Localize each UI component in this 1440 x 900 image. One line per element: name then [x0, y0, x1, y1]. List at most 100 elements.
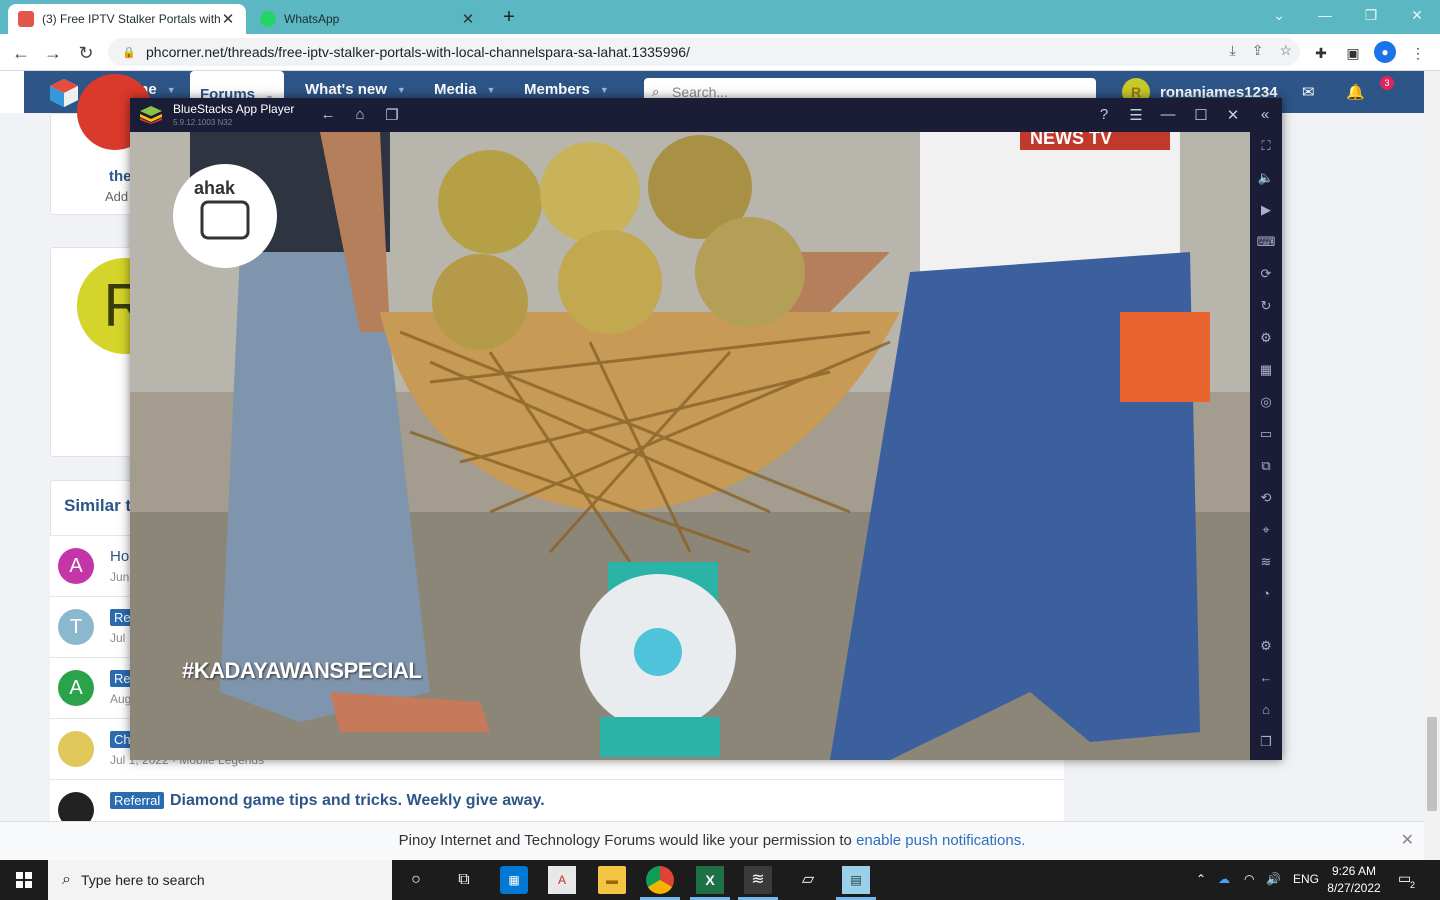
close-icon[interactable]: ✕	[1401, 822, 1414, 860]
taskbar-search-placeholder: Type here to search	[80, 872, 205, 888]
thread-meta: Jul	[110, 631, 126, 645]
recent-apps-icon[interactable]: ❐	[382, 106, 402, 124]
close-tab-icon[interactable]: ✕	[220, 10, 236, 28]
tab-title: (3) Free IPTV Stalker Portals with Loc	[42, 12, 220, 26]
recent-apps-icon[interactable]: ❐	[1256, 732, 1276, 752]
nav-label: What's new	[305, 81, 387, 98]
taskbar-search-input[interactable]: ⌕ Type here to search	[48, 860, 392, 900]
back-icon[interactable]: ←	[318, 106, 338, 123]
install-icon[interactable]: ⤓	[1230, 42, 1236, 59]
home-icon[interactable]: ⌂	[1256, 700, 1276, 720]
inbox-icon[interactable]: ✉	[1302, 83, 1315, 101]
clock[interactable]: 9:26 AM 8/27/2022	[1322, 863, 1386, 897]
pdf-icon[interactable]: A	[548, 866, 576, 894]
show-hidden-icons[interactable]: ⌃	[1196, 872, 1206, 886]
task-view-icon[interactable]: ⧉	[450, 866, 478, 894]
sticky-app-icon[interactable]: ▱	[794, 866, 822, 894]
enable-push-link[interactable]: enable push notifications.	[856, 832, 1025, 849]
whatsapp-favicon	[260, 11, 276, 27]
collapse-sidebar-icon[interactable]: «	[1255, 106, 1275, 123]
notepad-icon[interactable]: ▤	[842, 866, 870, 894]
layers-icon[interactable]: ≋	[1256, 552, 1276, 572]
excel-icon[interactable]: X	[696, 866, 724, 894]
restore-button[interactable]: ❐	[1348, 0, 1394, 30]
media-icon[interactable]: ▶	[1256, 200, 1276, 220]
list-item[interactable]: Referral Diamond game tips and tricks. W…	[50, 779, 1064, 828]
tab-search-icon[interactable]: ⌄	[1256, 0, 1302, 30]
clock-time: 9:26 AM	[1331, 864, 1377, 878]
back-button[interactable]: ←	[8, 40, 34, 66]
nav-media[interactable]: Media ▼	[434, 81, 495, 98]
file-explorer-icon[interactable]: ▬	[598, 866, 626, 894]
wifi-icon[interactable]: ◠	[1244, 872, 1254, 886]
thread-meta: Aug	[110, 692, 132, 706]
new-tab-button[interactable]: +	[498, 6, 520, 28]
sync-icon[interactable]: ↻	[1256, 296, 1276, 316]
windows-start-icon[interactable]	[0, 860, 48, 900]
multi-instance-icon[interactable]: ⧉	[1256, 456, 1276, 476]
side-panel-icon[interactable]: ▣	[1342, 42, 1364, 64]
thread-title[interactable]: Ho	[110, 548, 129, 565]
hashtag-caption: #KADAYAWANSPECIAL	[182, 658, 422, 683]
store-icon[interactable]: ▦	[500, 866, 528, 894]
cortana-icon[interactable]: ○	[402, 866, 430, 894]
chevron-down-icon[interactable]: ▼	[397, 85, 406, 95]
minimize-icon[interactable]: —	[1158, 106, 1178, 123]
bookmark-star-icon[interactable]: ☆	[1279, 42, 1292, 59]
forward-button[interactable]: →	[40, 40, 66, 66]
tab-whatsapp[interactable]: WhatsApp ✕	[250, 4, 486, 34]
screenshot-icon[interactable]: ◎	[1256, 392, 1276, 412]
bluestacks-version: 5.9.12.1003 N32	[173, 118, 233, 127]
close-tab-icon[interactable]: ✕	[460, 10, 476, 28]
apk-icon[interactable]: ▦	[1256, 360, 1276, 380]
rotate-icon[interactable]: ⟲	[1256, 488, 1276, 508]
eco-mode-icon[interactable]: ◔	[1256, 584, 1276, 604]
volume-icon[interactable]: 🔈	[1256, 168, 1276, 188]
keyboard-icon[interactable]: ⌨	[1256, 232, 1276, 252]
menu-icon[interactable]: ☰	[1126, 106, 1146, 124]
close-window-button[interactable]: ✕	[1394, 0, 1440, 30]
home-icon[interactable]: ⌂	[350, 106, 370, 123]
minimize-button[interactable]: —	[1302, 0, 1348, 30]
location-icon[interactable]: ⌖	[1256, 520, 1276, 540]
lock-icon: 🔒	[122, 46, 136, 59]
tab-iptv[interactable]: (3) Free IPTV Stalker Portals with Loc ✕	[8, 4, 246, 34]
help-icon[interactable]: ?	[1094, 106, 1114, 123]
chevron-down-icon[interactable]: ▼	[487, 85, 496, 95]
card-subtext: Add	[105, 189, 129, 204]
settings-icon[interactable]: ⚙	[1256, 636, 1276, 656]
url-bar[interactable]: 🔒 phcorner.net/threads/free-iptv-stalker…	[108, 38, 1300, 66]
page-scrollbar[interactable]	[1424, 71, 1440, 860]
bluestacks-window: BlueStacks App Player 5.9.12.1003 N32 ← …	[130, 98, 1282, 760]
extensions-icon[interactable]: ✚	[1310, 42, 1332, 64]
share-icon[interactable]: ⇪	[1252, 42, 1264, 59]
nav-whats-new[interactable]: What's new ▼	[305, 81, 406, 98]
fullscreen-icon[interactable]: ⛶	[1256, 136, 1276, 156]
android-video-screen[interactable]: ahak NEWS TV #KADAYAWANSPECIAL	[130, 132, 1250, 760]
scrollbar-thumb[interactable]	[1427, 717, 1437, 811]
back-icon[interactable]: ←	[1256, 668, 1276, 688]
clock-date: 8/27/2022	[1327, 881, 1381, 895]
volume-icon[interactable]: 🔊	[1266, 872, 1281, 886]
chevron-down-icon[interactable]: ▼	[167, 85, 176, 95]
close-icon[interactable]: ✕	[1223, 106, 1243, 124]
chevron-down-icon[interactable]: ▼	[600, 85, 609, 95]
nav-members[interactable]: Members ▼	[524, 81, 609, 98]
thread-title[interactable]: Diamond game tips and tricks. Weekly giv…	[170, 792, 545, 810]
nav-label: Members	[524, 81, 590, 98]
chrome-icon[interactable]	[646, 866, 674, 894]
folder-icon[interactable]: ▭	[1256, 424, 1276, 444]
prefix-badge[interactable]: Referral	[110, 792, 165, 809]
maximize-icon[interactable]: ☐	[1191, 106, 1211, 124]
game-controls-icon[interactable]: ⚙	[1256, 328, 1276, 348]
bell-icon[interactable]: 🔔	[1346, 83, 1365, 101]
bluestacks-taskbar-icon[interactable]: ≋	[744, 866, 772, 894]
reload-button[interactable]: ↻	[73, 40, 99, 66]
language-indicator[interactable]: ENG	[1293, 872, 1319, 886]
onedrive-icon[interactable]: ☁	[1218, 872, 1230, 886]
profile-avatar[interactable]: ●	[1374, 41, 1396, 63]
phcorner-logo[interactable]	[48, 77, 80, 109]
browser-tab-strip: (3) Free IPTV Stalker Portals with Loc ✕…	[0, 0, 1440, 34]
macro-icon[interactable]: ⟳	[1256, 264, 1276, 284]
chrome-menu-icon[interactable]: ⋮	[1407, 42, 1429, 64]
